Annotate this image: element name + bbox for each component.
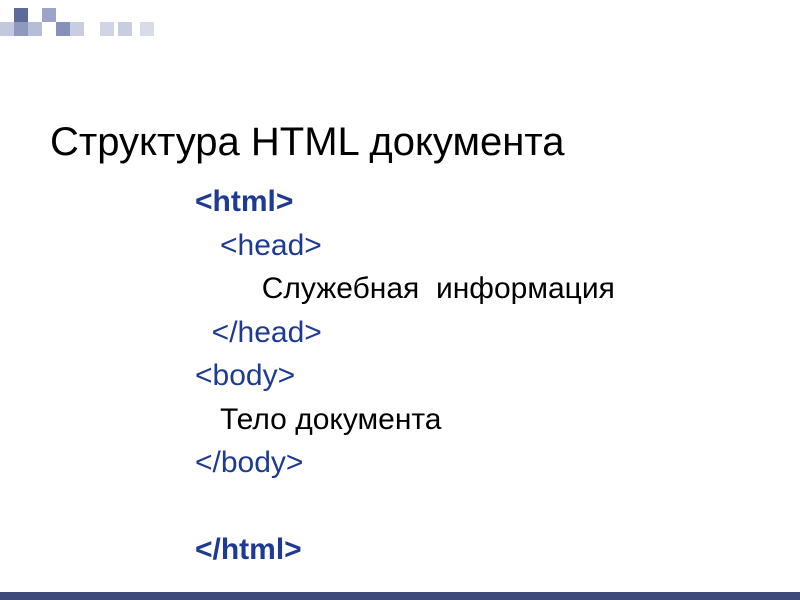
body-open-tag: <body> bbox=[195, 359, 295, 392]
head-open-tag: <head> bbox=[220, 229, 322, 262]
slide-decoration bbox=[0, 0, 200, 60]
html-close-tag: </html> bbox=[195, 533, 302, 566]
head-content-text: Служебная информация bbox=[262, 272, 615, 305]
html-open-tag: <html> bbox=[195, 185, 293, 218]
slide-title: Структура HTML документа bbox=[50, 120, 564, 165]
body-close-tag: </body> bbox=[195, 446, 303, 479]
code-structure: <html> <head> Служебная информация </hea… bbox=[195, 180, 615, 572]
bottom-border bbox=[0, 592, 800, 600]
head-close-tag: </head> bbox=[212, 316, 322, 349]
body-content-text: Тело документа bbox=[220, 403, 441, 436]
